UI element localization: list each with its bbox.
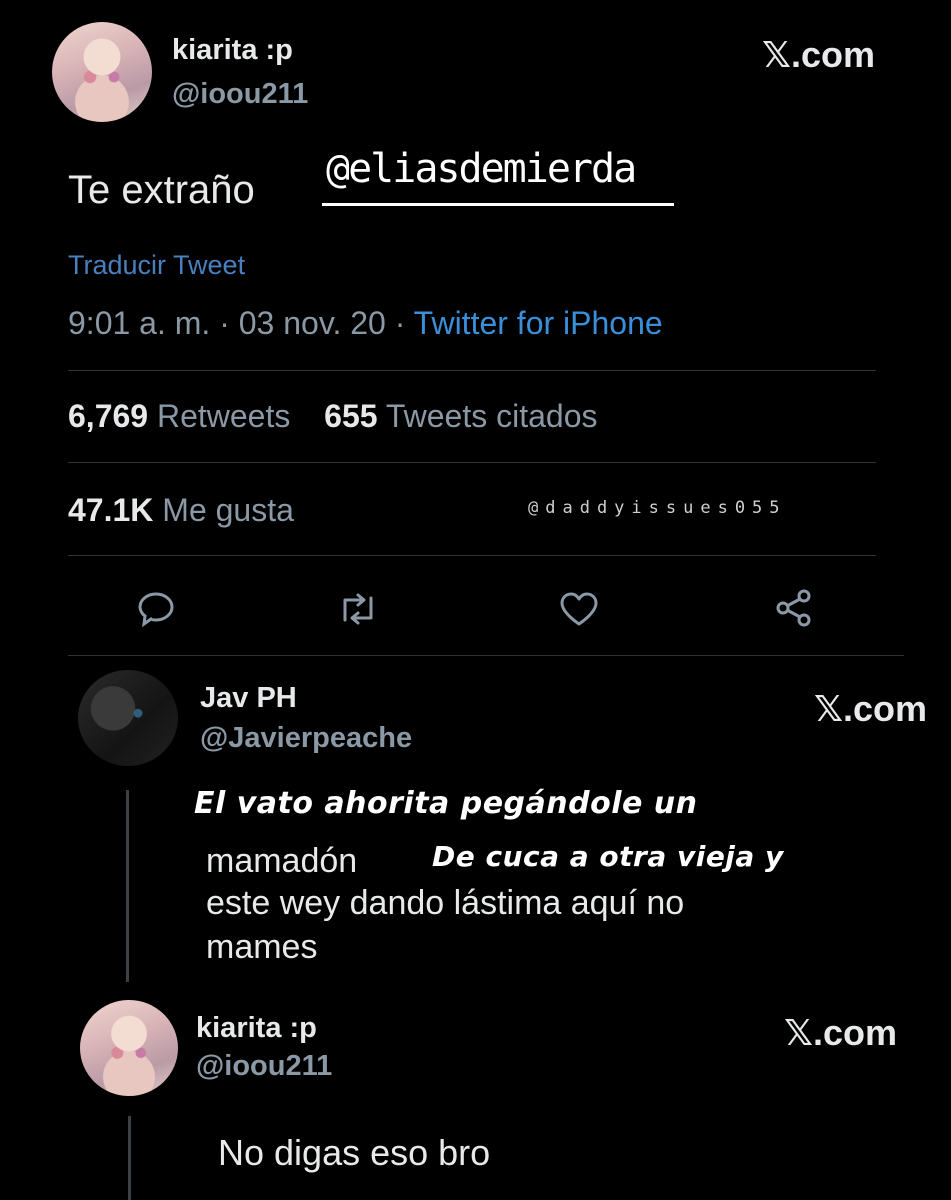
share-icon[interactable] <box>774 588 814 628</box>
thread-line <box>126 790 129 982</box>
x-brand-logo: 𝕏.com <box>762 34 876 75</box>
likes-label[interactable]: Me gusta <box>162 492 294 528</box>
retweet-icon[interactable] <box>336 590 380 628</box>
display-name[interactable]: Jav PH <box>200 682 297 715</box>
retweets-label[interactable]: Retweets <box>157 398 290 434</box>
like-icon[interactable] <box>558 590 600 628</box>
x-brand-logo: 𝕏.com <box>814 688 928 729</box>
reply-text-word: mamadón <box>206 842 358 880</box>
reply-icon[interactable] <box>136 590 176 628</box>
timestamp[interactable]: 9:01 a. m. · 03 nov. 20 · <box>68 305 405 341</box>
avatar[interactable] <box>78 670 178 766</box>
display-name[interactable]: kiarita :p <box>196 1012 317 1045</box>
divider <box>68 655 904 656</box>
retweets-count[interactable]: 6,769 <box>68 398 148 434</box>
quotes-label[interactable]: Tweets citados <box>386 398 598 434</box>
likes-row: 47.1K Me gusta <box>68 492 294 529</box>
overlay-text-line1: El vato ahorita pegándole un <box>194 786 698 821</box>
mention-underline <box>322 203 674 206</box>
user-handle[interactable]: @ioou211 <box>196 1050 332 1083</box>
divider <box>68 462 876 463</box>
reply-text-line3: mames <box>206 928 318 966</box>
likes-count[interactable]: 47.1K <box>68 492 153 528</box>
quotes-count[interactable]: 655 <box>324 398 377 434</box>
avatar[interactable] <box>52 22 152 122</box>
reply-text-line2: este wey dando lástima aquí no <box>206 884 685 922</box>
reply-text: No digas eso bro <box>218 1132 491 1173</box>
watermark: @daddyissues055 <box>528 498 787 518</box>
tweet-meta: 9:01 a. m. · 03 nov. 20 · Twitter for iP… <box>68 305 663 342</box>
source-link[interactable]: Twitter for iPhone <box>414 305 663 341</box>
user-handle[interactable]: @Javierpeache <box>200 722 412 755</box>
translate-tweet-link[interactable]: Traducir Tweet <box>68 250 245 281</box>
thread-line <box>128 1116 131 1200</box>
engagement-row: 6,769 Retweets 655 Tweets citados <box>68 398 598 435</box>
x-brand-logo: 𝕏.com <box>784 1012 898 1053</box>
tweet-text: Te extraño <box>68 168 255 212</box>
display-name[interactable]: kiarita :p <box>172 34 293 67</box>
divider <box>68 555 876 556</box>
mention-overlay: @eliasdemierda <box>326 146 637 192</box>
avatar[interactable] <box>80 1000 178 1096</box>
user-handle[interactable]: @ioou211 <box>172 78 308 111</box>
overlay-text-line2: De cuca a otra vieja y <box>432 840 784 873</box>
divider <box>68 370 876 371</box>
